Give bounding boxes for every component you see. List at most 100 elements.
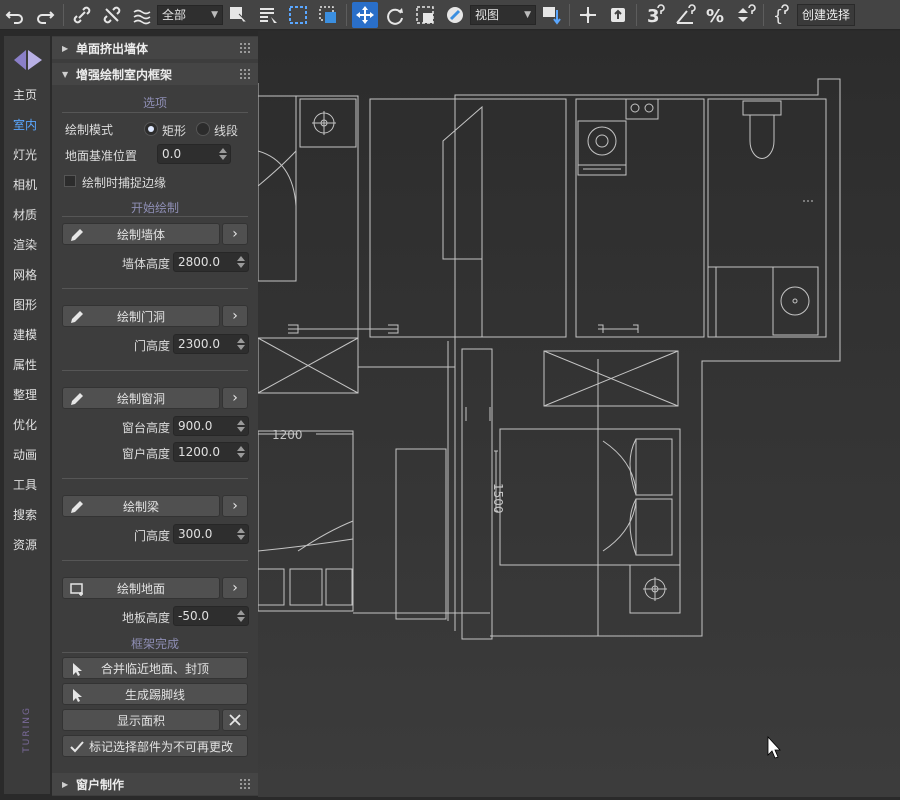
show-area-button[interactable]: 显示面积 bbox=[62, 709, 220, 731]
spinner-arrows-icon[interactable] bbox=[237, 527, 245, 541]
rollout-header-extrude-wall[interactable]: ▶ 单面挤出墙体 bbox=[52, 37, 258, 59]
scale-icon[interactable] bbox=[412, 2, 438, 28]
spinner-arrows-icon[interactable] bbox=[237, 609, 245, 623]
rail-item-properties[interactable]: 属性 bbox=[4, 353, 50, 377]
selection-filter-value: 全部 bbox=[162, 8, 187, 22]
redo-icon[interactable] bbox=[32, 2, 58, 28]
door-height-spinner[interactable]: 2300.0 bbox=[173, 334, 249, 354]
wall-height-spinner[interactable]: 2800.0 bbox=[173, 252, 249, 272]
sill-height-value: 900.0 bbox=[178, 419, 213, 433]
chevron-right-icon: › bbox=[232, 498, 238, 514]
chevron-right-icon: ▶ bbox=[62, 43, 69, 53]
draw-beam-more-button[interactable]: › bbox=[222, 495, 248, 517]
floor-base-spinner[interactable]: 0.0 bbox=[157, 144, 231, 164]
show-area-label: 显示面积 bbox=[116, 713, 165, 728]
placement-icon[interactable] bbox=[442, 2, 468, 28]
door-height-value: 2300.0 bbox=[178, 337, 220, 351]
pan-icon[interactable] bbox=[575, 2, 601, 28]
mode-segment-label[interactable]: 线段 bbox=[214, 122, 238, 139]
draw-door-button[interactable]: 绘制门洞 bbox=[62, 305, 220, 327]
mark-locked-label: 标记选择部件为不可再更改 bbox=[88, 739, 233, 754]
spinner-snap-icon[interactable] bbox=[732, 2, 758, 28]
rotate-icon[interactable] bbox=[382, 2, 408, 28]
draw-wall-button[interactable]: 绘制墙体 bbox=[62, 223, 220, 245]
rail-item-mesh[interactable]: 网格 bbox=[4, 263, 50, 287]
rail-item-material[interactable]: 材质 bbox=[4, 203, 50, 227]
floor-plan-drawing[interactable]: 1200 1500 bbox=[258, 31, 900, 797]
floor-height-spinner[interactable]: -50.0 bbox=[173, 606, 249, 626]
app-logo-icon[interactable] bbox=[12, 44, 44, 76]
coord-system-dropdown[interactable]: 视图 ▼ bbox=[470, 4, 536, 25]
rail-item-resources[interactable]: 资源 bbox=[4, 533, 50, 557]
spinner-arrows-icon[interactable] bbox=[237, 419, 245, 433]
spinner-arrows-icon[interactable] bbox=[237, 445, 245, 459]
rail-item-render[interactable]: 渲染 bbox=[4, 233, 50, 257]
viewport-top[interactable]: 1200 1500 bbox=[258, 31, 900, 797]
rollout-header-draw-frame[interactable]: ▼ 增强绘制室内框架 bbox=[52, 63, 258, 85]
rail-item-animation[interactable]: 动画 bbox=[4, 443, 50, 467]
floor-height-label: 地板高度 bbox=[122, 611, 171, 625]
floor-base-label: 地面基准位置 bbox=[65, 149, 138, 163]
merge-floor-button[interactable]: 合并临近地面、封顶 bbox=[62, 657, 248, 679]
move-icon[interactable] bbox=[352, 1, 378, 28]
grip-icon[interactable] bbox=[240, 69, 250, 79]
pivot-icon[interactable] bbox=[538, 2, 564, 28]
rail-item-camera[interactable]: 相机 bbox=[4, 173, 50, 197]
snap-edge-label[interactable]: 绘制时捕捉边缘 bbox=[82, 174, 166, 191]
rollout-header-window-make[interactable]: ▶ 窗户制作 bbox=[52, 773, 258, 795]
draw-floor-more-button[interactable]: › bbox=[222, 577, 248, 599]
percent-snap-icon[interactable]: % bbox=[702, 2, 728, 28]
draw-window-more-button[interactable]: › bbox=[222, 387, 248, 409]
edit-named-sel-icon[interactable]: { bbox=[769, 2, 795, 28]
select-object-icon[interactable] bbox=[225, 2, 251, 28]
align-icon[interactable] bbox=[605, 2, 631, 28]
window-crossing-icon[interactable] bbox=[315, 2, 341, 28]
gen-skirting-label: 生成踢脚线 bbox=[124, 687, 185, 702]
selection-filter-dropdown[interactable]: 全部 ▼ bbox=[157, 4, 223, 25]
dimension-label-1200: 1200 bbox=[272, 428, 303, 442]
rail-item-lights[interactable]: 灯光 bbox=[4, 143, 50, 167]
create-selection-set-field[interactable]: 创建选择 bbox=[797, 3, 856, 26]
link-icon[interactable] bbox=[69, 2, 95, 28]
snap-edge-checkbox[interactable] bbox=[64, 175, 76, 187]
rect-region-icon[interactable] bbox=[285, 2, 311, 28]
mode-segment-radio[interactable] bbox=[196, 122, 210, 136]
rail-item-search[interactable]: 搜索 bbox=[4, 503, 50, 527]
clear-area-button[interactable] bbox=[222, 709, 248, 731]
grip-icon[interactable] bbox=[240, 43, 250, 53]
spinner-arrows-icon[interactable] bbox=[237, 255, 245, 269]
bind-space-warp-icon[interactable] bbox=[129, 2, 155, 28]
draw-door-more-button[interactable]: › bbox=[222, 305, 248, 327]
toolbar-separator bbox=[63, 3, 64, 26]
pencil-icon bbox=[71, 501, 83, 513]
mode-rect-label[interactable]: 矩形 bbox=[162, 122, 186, 139]
rail-item-interior[interactable]: 室内 bbox=[4, 113, 50, 137]
undo-icon[interactable] bbox=[2, 2, 28, 28]
window-height-spinner[interactable]: 1200.0 bbox=[173, 442, 249, 462]
draw-floor-button[interactable]: 绘制地面 bbox=[62, 577, 220, 599]
draw-wall-more-button[interactable]: › bbox=[222, 223, 248, 245]
draw-window-button[interactable]: 绘制窗洞 bbox=[62, 387, 220, 409]
rail-item-optimize[interactable]: 优化 bbox=[4, 413, 50, 437]
mark-locked-toggle[interactable]: 标记选择部件为不可再更改 bbox=[62, 735, 248, 757]
checkmark-icon bbox=[70, 741, 84, 753]
unlink-icon[interactable] bbox=[99, 2, 125, 28]
select-by-name-icon[interactable] bbox=[255, 2, 281, 28]
svg-text:3: 3 bbox=[647, 6, 660, 26]
spinner-arrows-icon[interactable] bbox=[237, 337, 245, 351]
rail-item-organize[interactable]: 整理 bbox=[4, 383, 50, 407]
draw-beam-button[interactable]: 绘制梁 bbox=[62, 495, 220, 517]
rail-item-tools[interactable]: 工具 bbox=[4, 473, 50, 497]
rail-item-modeling[interactable]: 建模 bbox=[4, 323, 50, 347]
gen-skirting-button[interactable]: 生成踢脚线 bbox=[62, 683, 248, 705]
spinner-arrows-icon[interactable] bbox=[219, 147, 227, 161]
rail-item-home[interactable]: 主页 bbox=[4, 83, 50, 107]
wall-height-label: 墙体高度 bbox=[122, 257, 171, 271]
angle-snap-icon[interactable] bbox=[672, 2, 698, 28]
rail-item-shape[interactable]: 图形 bbox=[4, 293, 50, 317]
sill-height-spinner[interactable]: 900.0 bbox=[173, 416, 249, 436]
mode-rect-radio[interactable] bbox=[144, 122, 158, 136]
beam-height-spinner[interactable]: 300.0 bbox=[173, 524, 249, 544]
snap-3-icon[interactable]: 3 bbox=[642, 2, 668, 28]
grip-icon[interactable] bbox=[240, 779, 250, 789]
